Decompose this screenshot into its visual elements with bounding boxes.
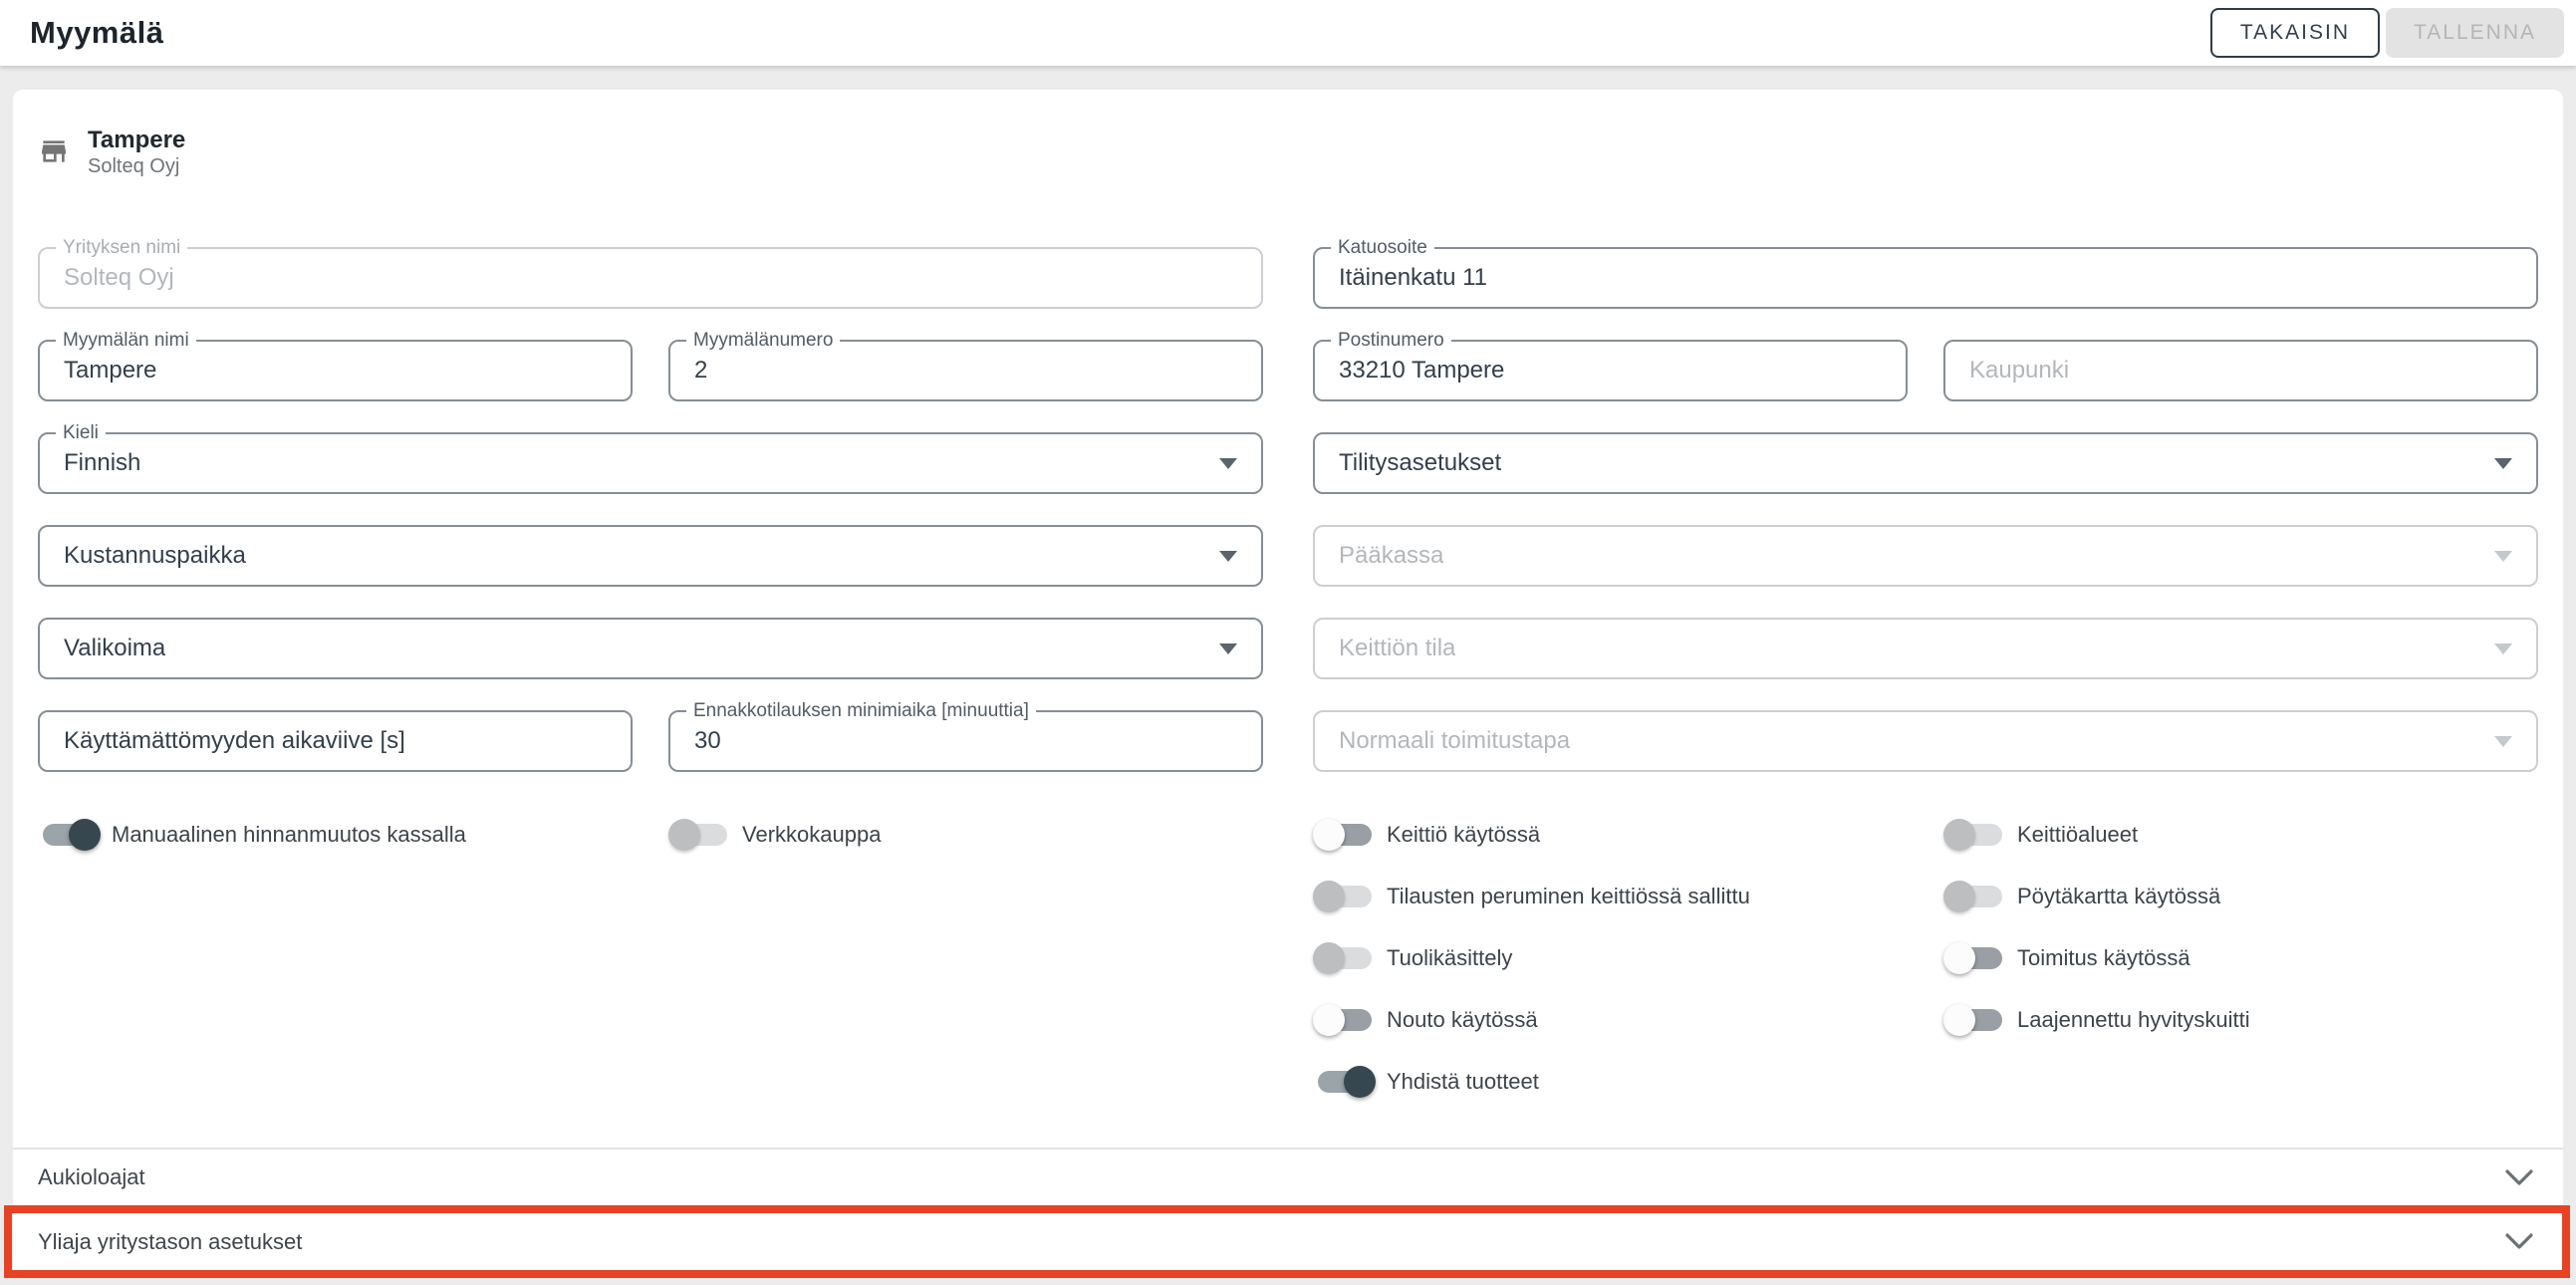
cost-center-value: Kustannuspaikka (64, 542, 246, 570)
preorder-min-time-field[interactable]: Ennakkotilauksen minimiaika [minuuttia] … (668, 710, 1263, 772)
toggle-kitchen-enabled[interactable]: Keittiö käytössä (1313, 817, 1908, 853)
store-name-label: Myymälän nimi (56, 330, 196, 352)
settlement-settings-select[interactable]: Tilitysasetukset (1313, 432, 2538, 494)
toggle-label: Verkkokauppa (742, 822, 881, 848)
assortment-value: Valikoima (64, 635, 165, 662)
settlement-settings-value: Tilitysasetukset (1339, 449, 1501, 477)
store-name-field[interactable]: Myymälän nimi Tampere (38, 340, 633, 401)
top-bar: Myymälä TAKAISIN TALLENNA (0, 0, 2576, 66)
toggle-label: Pöytäkartta käytössä (2017, 884, 2220, 909)
store-header: Tampere Solteq Oyj (13, 90, 2563, 177)
company-name-label: Yrityksen nimi (56, 237, 187, 259)
switch[interactable] (1943, 1002, 2007, 1038)
chevron-down-icon (2505, 1169, 2533, 1186)
toggle-label: Toimitus käytössä (2017, 945, 2190, 971)
idle-timeout-placeholder: Käyttämättömyyden aikaviive [s] (64, 727, 405, 755)
toggle-delivery-enabled[interactable]: Toimitus käytössä (1943, 940, 2538, 976)
switch[interactable] (38, 817, 102, 853)
language-label: Kieli (56, 422, 106, 444)
store-number-field[interactable]: Myymälänumero 2 (668, 340, 1263, 401)
chevron-down-icon (2505, 1233, 2533, 1250)
accordion-label: Yliaja yritystason asetukset (38, 1229, 302, 1255)
kitchen-state-value: Keittiön tila (1339, 635, 1455, 662)
toggle-label: Manuaalinen hinnanmuutos kassalla (112, 822, 466, 848)
main-register-value: Pääkassa (1339, 542, 1443, 570)
save-button: TALLENNA (2386, 8, 2564, 58)
store-name: Tampere (88, 126, 185, 154)
accordion-override-company-settings[interactable]: Yliaja yritystason asetukset (13, 1205, 2563, 1278)
switch[interactable] (1313, 1002, 1377, 1038)
caret-down-icon (2494, 736, 2512, 747)
toggle-label: Keittiöalueet (2017, 822, 2138, 848)
switch (1313, 879, 1377, 914)
toggle-label: Keittiö käytössä (1387, 822, 1540, 848)
default-delivery-value: Normaali toimitustapa (1339, 727, 1570, 755)
switch[interactable] (1943, 940, 2007, 976)
store-number-label: Myymälänumero (686, 330, 840, 352)
storefront-icon (38, 135, 70, 167)
toggle-webshop: Verkkokauppa (668, 817, 1263, 853)
store-number-value: 2 (694, 357, 707, 385)
caret-down-icon (2494, 458, 2512, 469)
page-title: Myymälä (30, 15, 163, 51)
postal-code-value: 33210 Tampere (1339, 357, 1504, 385)
accordion-label: Aukioloajat (38, 1164, 145, 1190)
main-register-select: Pääkassa (1313, 525, 2538, 587)
caret-down-icon (1219, 458, 1237, 469)
toggle-label: Tuolikäsittely (1387, 945, 1512, 971)
switch (668, 817, 732, 853)
preorder-min-time-label: Ennakkotilauksen minimiaika [minuuttia] (686, 700, 1036, 722)
store-company: Solteq Oyj (88, 154, 185, 178)
store-settings-card: Tampere Solteq Oyj Yrityksen nimi Solteq… (13, 90, 2563, 1278)
toggle-label: Tilausten peruminen keittiössä sallittu (1387, 884, 1750, 909)
idle-timeout-field[interactable]: Käyttämättömyyden aikaviive [s] (38, 710, 633, 772)
toggle-combine-products[interactable]: Yhdistä tuotteet (1313, 1064, 1908, 1100)
cost-center-select[interactable]: Kustannuspaikka (38, 525, 1263, 587)
caret-down-icon (1219, 551, 1237, 562)
default-delivery-select: Normaali toimitustapa (1313, 710, 2538, 772)
city-field[interactable]: Kaupunki (1943, 340, 2538, 401)
company-name-value: Solteq Oyj (64, 264, 174, 292)
switch (1943, 879, 2007, 914)
street-address-value: Itäinenkatu 11 (1339, 264, 1487, 292)
header-buttons: TAKAISIN TALLENNA (2210, 8, 2564, 58)
caret-down-icon (2494, 643, 2512, 654)
toggle-table-map: Pöytäkartta käytössä (1943, 879, 2538, 914)
toggle-order-cancel-kitchen: Tilausten peruminen keittiössä sallittu (1313, 879, 1908, 914)
accordion-section: Aukioloajat Yliaja yritystason asetukset (13, 1148, 2563, 1278)
toggle-extended-refund-receipt[interactable]: Laajennettu hyvityskuitti (1943, 1002, 2538, 1038)
store-name-value: Tampere (64, 357, 156, 385)
toggle-pickup-enabled[interactable]: Nouto käytössä (1313, 1002, 1908, 1038)
caret-down-icon (1219, 643, 1237, 654)
preorder-min-time-value: 30 (694, 727, 721, 755)
switch[interactable] (1313, 817, 1377, 853)
toggle-manual-price-change[interactable]: Manuaalinen hinnanmuutos kassalla (38, 817, 633, 853)
switch (1313, 940, 1377, 976)
assortment-select[interactable]: Valikoima (38, 618, 1263, 679)
toggle-section: Manuaalinen hinnanmuutos kassalla Verkko… (13, 817, 2563, 1100)
toggle-kitchen-areas: Keittiöalueet (1943, 817, 2538, 853)
toggle-chair-handling: Tuolikäsittely (1313, 940, 1908, 976)
postal-code-field[interactable]: Postinumero 33210 Tampere (1313, 340, 1908, 401)
language-value: Finnish (64, 449, 140, 477)
toggle-label: Nouto käytössä (1387, 1007, 1538, 1033)
caret-down-icon (2494, 551, 2512, 562)
switch (1943, 817, 2007, 853)
company-name-field: Yrityksen nimi Solteq Oyj (38, 247, 1263, 309)
store-form: Yrityksen nimi Solteq Oyj Katuosoite Itä… (13, 247, 2563, 772)
language-select[interactable]: Kieli Finnish (38, 432, 1263, 494)
toggle-label: Yhdistä tuotteet (1387, 1069, 1539, 1095)
switch[interactable] (1313, 1064, 1377, 1100)
back-button[interactable]: TAKAISIN (2210, 8, 2380, 58)
toggle-label: Laajennettu hyvityskuitti (2017, 1007, 2250, 1033)
street-address-label: Katuosoite (1331, 237, 1434, 259)
accordion-opening-hours[interactable]: Aukioloajat (13, 1148, 2563, 1205)
street-address-field[interactable]: Katuosoite Itäinenkatu 11 (1313, 247, 2538, 309)
kitchen-state-select: Keittiön tila (1313, 618, 2538, 679)
city-placeholder: Kaupunki (1969, 357, 2069, 385)
postal-code-label: Postinumero (1331, 330, 1451, 352)
